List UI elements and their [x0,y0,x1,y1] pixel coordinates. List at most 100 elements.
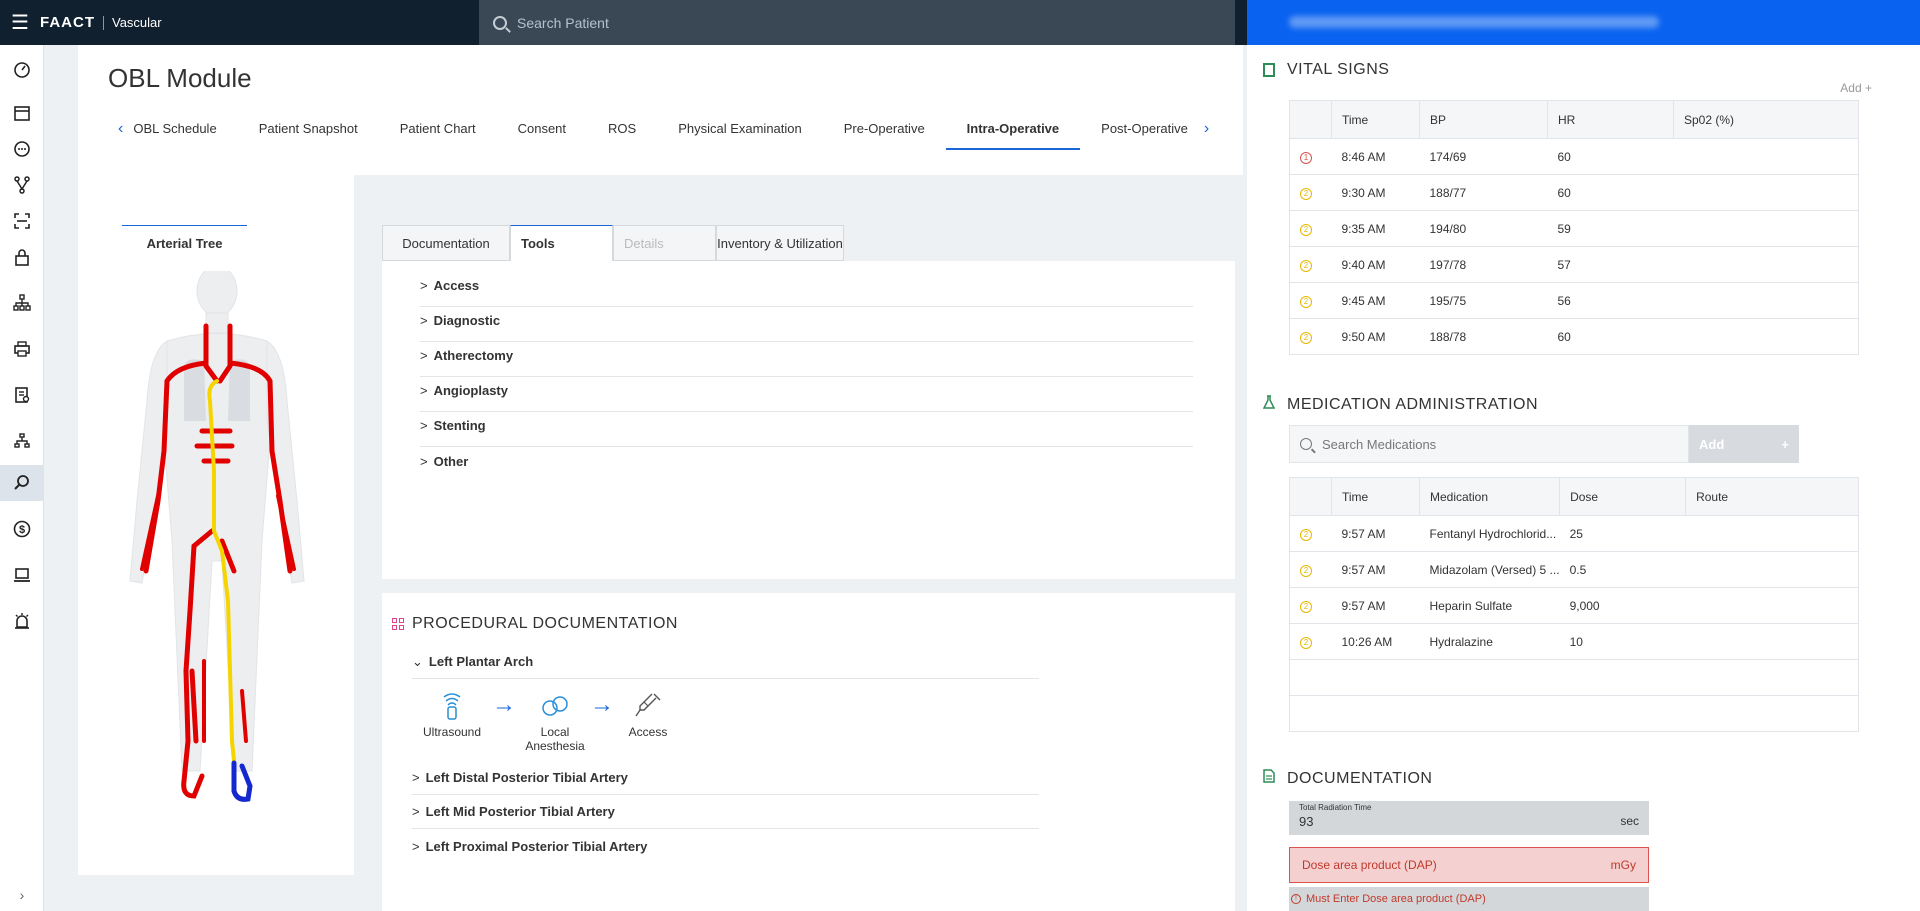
add-medication-button[interactable]: Add + [1689,425,1799,463]
chevron-right-icon: > [420,418,428,433]
tool-label: Angioplasty [433,383,508,398]
cell-time: 9:45 AM [1331,282,1420,319]
section-left-mid-posterior-tibial[interactable]: > Left Mid Posterior Tibial Artery [412,795,1039,829]
tab-physical-examination[interactable]: Physical Examination [657,120,823,150]
radiation-time-field[interactable]: Total Radiation Time 93 sec [1289,801,1649,835]
patient-header [1247,0,1920,45]
vital-signs-table: Time BP HR Sp02 (%) 1 8:46 AM 174/69 60 2 9:… [1289,100,1859,355]
table-row[interactable]: 2 10:26 AM Hydralazine 10 [1289,623,1859,660]
medication-title: MEDICATION ADMINISTRATION [1287,395,1539,413]
add-vital-button[interactable]: Add + [1840,81,1872,95]
org-icon[interactable] [0,423,44,459]
step-local-anesthesia[interactable]: Local Anesthesia [510,691,600,753]
chevron-right-icon: > [420,313,428,328]
tab-pre-operative[interactable]: Pre-Operative [823,120,946,150]
step-label: Access [628,725,668,739]
tab-ros[interactable]: ROS [587,120,657,150]
tab-arterial-tree[interactable]: Arterial Tree [122,225,247,261]
cell-route [1685,623,1859,660]
search-icon[interactable] [0,465,44,501]
subtab-inventory-utilization[interactable]: Inventory & Utilization [716,225,844,261]
dashboard-icon[interactable] [0,51,44,87]
alarm-icon[interactable] [0,603,44,639]
table-row[interactable]: 2 9:30 AM 188/77 60 [1289,174,1859,211]
chevron-right-icon: > [420,453,428,469]
chat-icon[interactable] [0,131,44,167]
table-row[interactable]: 2 9:57 AM Fentanyl Hydrochlorid... 25 [1289,515,1859,552]
right-panel: VITAL SIGNS Add + Time BP HR Sp02 (%) 18… [1247,45,1920,911]
cell-dose: 0.5 [1559,551,1686,588]
tool-label: Diagnostic [433,313,501,328]
chevron-left-icon[interactable]: ‹ [108,120,133,138]
subtab-tools[interactable]: Tools [510,225,613,261]
ultrasound-icon [422,691,482,721]
product-name: Vascular [112,15,162,30]
tab-patient-snapshot[interactable]: Patient Snapshot [238,120,379,150]
table-row[interactable]: 2 9:50 AM 188/78 60 [1289,318,1859,355]
report-icon[interactable] [0,377,44,413]
calendar-icon[interactable] [0,95,44,131]
table-row[interactable]: 2 9:57 AM Heparin Sulfate 9,000 [1289,587,1859,624]
section-label: Left Distal Posterior Tibial Artery [425,770,628,785]
table-row[interactable]: 2 9:40 AM 197/78 57 [1289,246,1859,283]
section-left-proximal-posterior-tibial[interactable]: > Left Proximal Posterior Tibial Artery [412,829,1039,863]
dap-error-message: ! Must Enter Dose area product (DAP) [1289,887,1649,911]
column-header: HR [1547,100,1674,139]
cell-bp: 194/80 [1419,210,1548,247]
subtab-documentation[interactable]: Documentation [382,225,510,261]
cell-spo2 [1673,210,1859,247]
add-medication-label: Add [1699,436,1725,452]
medication-search-input[interactable]: Search Medications [1289,425,1689,463]
tools-card: > Access > Diagnostic > Atherectomy > Angiop… [382,261,1235,579]
status-icon: 2 [1300,332,1312,344]
dollar-icon[interactable]: $ [0,511,44,547]
tab-post-operative[interactable]: Post-Operative [1080,120,1194,150]
table-row[interactable]: 2 9:35 AM 194/80 59 [1289,210,1859,247]
section-label: Left Proximal Posterior Tibial Artery [425,838,648,854]
chevron-right-icon[interactable]: › [0,887,44,903]
cell-time: 9:30 AM [1331,174,1420,211]
table-row[interactable]: 2 9:57 AM Midazolam (Versed) 5 ... 0.5 [1289,551,1859,588]
lock-icon[interactable] [0,239,44,275]
section-label: Left Mid Posterior Tibial Artery [425,804,615,819]
status-icon: 2 [1300,601,1312,613]
arterial-tree-diagram[interactable] [122,271,312,831]
chevron-right-icon: > [412,770,420,785]
medication-table: Time Medication Dose Route 2 9:57 AM Fenta… [1289,477,1859,732]
step-ultrasound[interactable]: Ultrasound [422,691,482,739]
laptop-icon[interactable] [0,557,44,593]
tab-patient-chart[interactable]: Patient Chart [379,120,497,150]
step-label: Local Anesthesia [525,725,585,753]
branch-icon[interactable] [0,167,44,203]
subtabs: Documentation Tools Details Inventory & … [382,225,844,261]
chevron-right-icon[interactable]: › [1194,120,1219,138]
step-access[interactable]: Access [618,691,678,739]
status-icon: 2 [1300,188,1312,200]
cell-spo2 [1673,318,1859,355]
cell-hr: 56 [1547,282,1674,319]
tab-obl-schedule[interactable]: OBL Schedule [133,120,237,150]
table-row[interactable]: 2 9:45 AM 195/75 56 [1289,282,1859,319]
menu-icon[interactable]: ☰ [0,0,40,45]
column-header: Time [1331,477,1420,516]
scan-icon[interactable] [0,203,44,239]
tool-label: Atherectomy [433,348,514,363]
patient-search-input[interactable]: Search Patient [479,0,1235,45]
section-label: Left Plantar Arch [428,654,534,669]
dap-field[interactable]: Dose area product (DAP) mGy [1289,847,1649,883]
documentation-header: DOCUMENTATION [1263,769,1432,788]
column-header: Route [1685,477,1859,516]
hierarchy-icon[interactable] [0,285,44,321]
section-left-plantar-arch[interactable]: ⌄ Left Plantar Arch [412,645,1039,679]
tab-consent[interactable]: Consent [497,120,587,150]
search-icon [493,15,507,30]
arrow-right-icon: → [590,691,614,718]
tool-other[interactable]: > Other [420,440,1193,482]
procedural-title-text: PROCEDURAL DOCUMENTATION [412,615,678,632]
print-icon[interactable] [0,331,44,367]
section-left-distal-posterior-tibial[interactable]: > Left Distal Posterior Tibial Artery [412,761,1039,795]
status-icon: 2 [1300,529,1312,541]
table-row[interactable]: 1 8:46 AM 174/69 60 [1289,138,1859,175]
page-title: OBL Module [108,63,252,93]
tab-intra-operative[interactable]: Intra-Operative [945,120,1081,150]
